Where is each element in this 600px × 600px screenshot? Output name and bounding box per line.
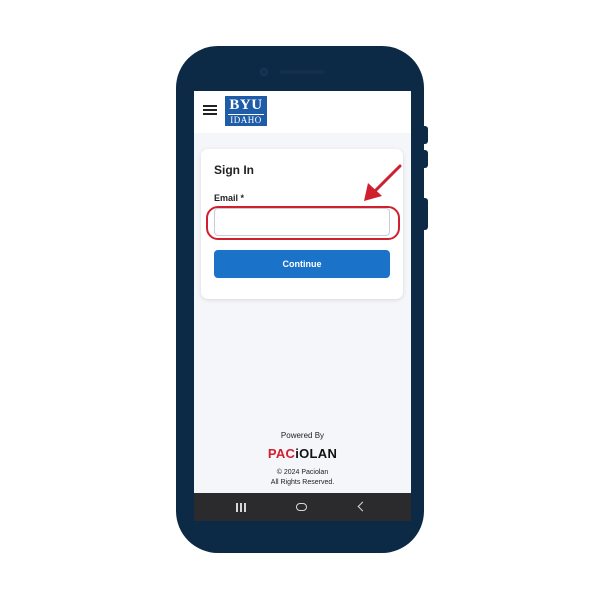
side-button-power [424,198,428,230]
back-icon[interactable] [347,493,377,521]
byu-idaho-logo[interactable]: BYU IDAHO [225,96,267,126]
logo-text-bottom: IDAHO [228,114,264,125]
continue-button[interactable]: Continue [214,250,390,278]
stage: BYU IDAHO Sign In Email * Continue Power… [0,0,600,600]
copyright-text: © 2024 Paciolan All Rights Reserved. [194,468,411,488]
side-button-middle [424,150,428,168]
recents-icon[interactable] [226,493,256,521]
footer: Powered By PACiOLAN © 2024 Paciolan All … [194,431,411,488]
side-button-top [424,126,428,144]
copyright-line-2: All Rights Reserved. [270,479,335,486]
email-label: Email * [214,193,245,203]
paciolan-logo: PACiOLAN [194,446,411,462]
paciolan-logo-dark: iOLAN [295,446,338,461]
hamburger-menu-icon[interactable] [203,105,217,116]
powered-by-text: Powered By [280,431,325,440]
copyright-line-1: © 2024 Paciolan [276,469,329,476]
android-nav-bar [194,493,411,521]
logo-text-top: BYU [229,97,263,113]
earpiece-speaker [279,70,325,74]
phone-screen: BYU IDAHO Sign In Email * Continue Power… [194,91,411,521]
email-input[interactable] [214,208,390,236]
red-arrow-icon [364,164,402,201]
front-camera [260,68,268,76]
sign-in-title: Sign In [214,163,254,177]
home-icon[interactable] [287,493,317,521]
top-bar: BYU IDAHO [194,91,411,133]
paciolan-logo-red: PAC [267,446,296,461]
